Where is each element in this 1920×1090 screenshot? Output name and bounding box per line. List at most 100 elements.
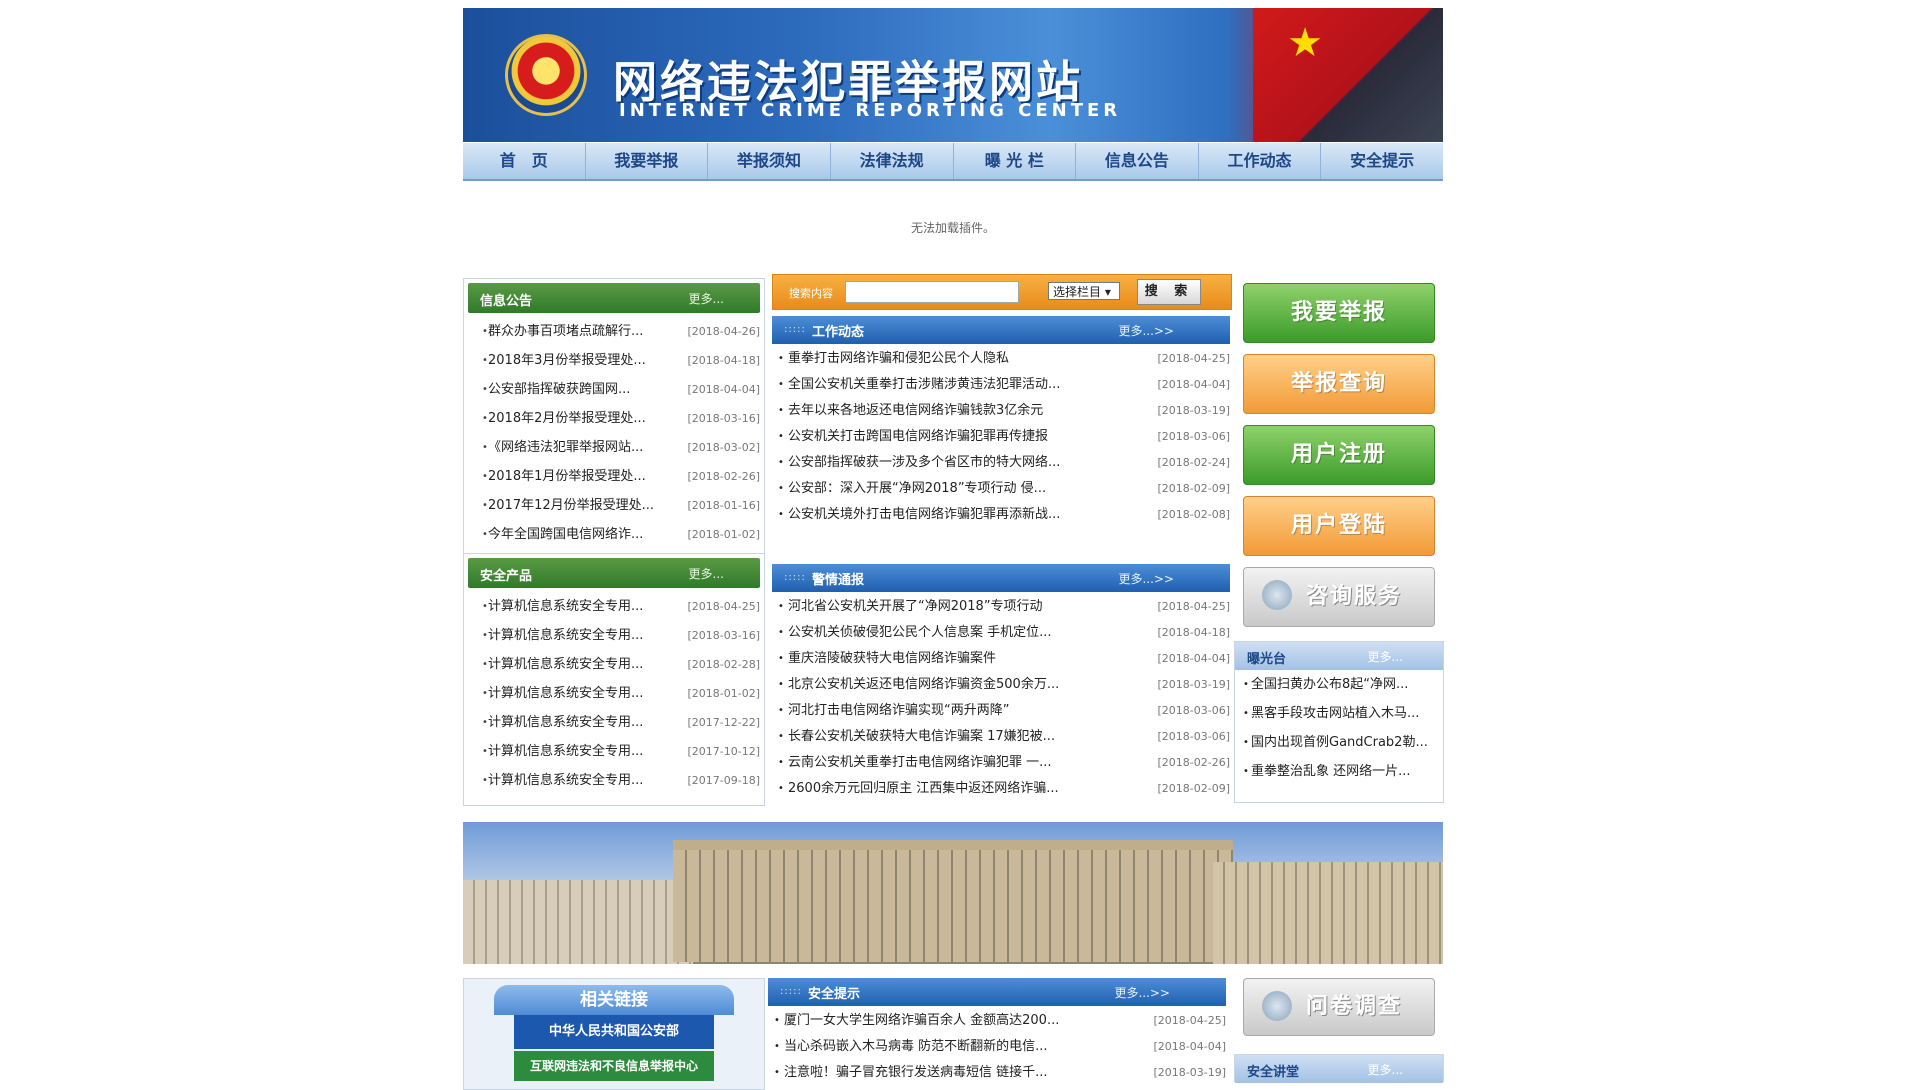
info-more-link[interactable]: 更多... — [689, 290, 724, 307]
list-item[interactable]: • 2017年12月份举报受理处... [2018-01-16] — [464, 491, 764, 520]
alerts-more-link[interactable]: 更多...>> — [1118, 570, 1174, 587]
list-item-title[interactable]: 2018年3月份举报受理处... — [488, 346, 646, 375]
list-item-title[interactable]: 2017年12月份举报受理处... — [488, 491, 654, 520]
list-item-title[interactable]: 计算机信息系统安全专用... — [488, 679, 643, 708]
list-item[interactable]: • 全国扫黄办公布8起“净网... — [1235, 670, 1443, 699]
list-item-title[interactable]: 国内出现首例GandCrab2勒... — [1251, 728, 1428, 757]
list-item[interactable]: • 《网络违法犯罪举报网站... [2018-03-02] — [464, 433, 764, 462]
list-item[interactable]: • 厦门一女大学生网络诈骗百余人 金额高达200... [2018-04-25] — [768, 1008, 1226, 1034]
list-item[interactable]: • 公安部指挥破获一涉及多个省区市的特大网络... [2018-02-24] — [772, 450, 1230, 476]
exposure-more-link[interactable]: 更多... — [1368, 648, 1403, 665]
list-item-title[interactable]: 北京公安机关返还电信网络诈骗资金500余万... — [788, 672, 1059, 698]
list-item[interactable]: • 国内出现首例GandCrab2勒... — [1235, 728, 1443, 757]
list-item-title[interactable]: 长春公安机关破获特大电信诈骗案 17嫌犯被... — [788, 724, 1055, 750]
list-item[interactable]: • 长春公安机关破获特大电信诈骗案 17嫌犯被... [2018-03-06] — [772, 724, 1230, 750]
list-item[interactable]: • 去年以来各地返还电信网络诈骗钱款3亿余元 [2018-03-19] — [772, 398, 1230, 424]
category-select[interactable]: 选择栏目 ▾ — [1048, 282, 1120, 300]
nav-safety-tips[interactable]: 安全提示 — [1321, 143, 1443, 179]
list-item[interactable]: • 公安部：深入开展“净网2018”专项行动 侵... [2018-02-09] — [772, 476, 1230, 502]
list-item[interactable]: • 重拳打击网络诈骗和侵犯公民个人隐私 [2018-04-25] — [772, 346, 1230, 372]
nav-announcements[interactable]: 信息公告 — [1076, 143, 1199, 179]
nav-guide[interactable]: 举报须知 — [708, 143, 831, 179]
list-item-title[interactable]: 河北打击电信网络诈骗实现“两升两降” — [788, 698, 1009, 724]
report-button[interactable]: 我要举报 — [1243, 283, 1435, 343]
list-item[interactable]: • 2600余万元回归原主 江西集中返还网络诈骗... [2018-02-09] — [772, 776, 1230, 802]
list-item[interactable]: • 当心杀码嵌入木马病毒 防范不断翻新的电信... [2018-04-04] — [768, 1034, 1226, 1060]
list-item-title[interactable]: 计算机信息系统安全专用... — [488, 766, 643, 795]
list-item-title[interactable]: 《网络违法犯罪举报网站... — [488, 433, 643, 462]
list-item-title[interactable]: 计算机信息系统安全专用... — [488, 621, 643, 650]
list-item-title[interactable]: 群众办事百项堵点疏解行... — [488, 317, 643, 346]
survey-button[interactable]: 问卷调查 — [1243, 978, 1435, 1036]
list-item-title[interactable]: 公安机关境外打击电信网络诈骗犯罪再添新战... — [788, 502, 1060, 528]
list-item[interactable]: • 河北省公安机关开展了“净网2018”专项行动 [2018-04-25] — [772, 594, 1230, 620]
list-item[interactable]: • 2018年1月份举报受理处... [2018-02-26] — [464, 462, 764, 491]
consult-button[interactable]: 咨询服务 — [1243, 567, 1435, 627]
list-item[interactable]: • 今年全国跨国电信网络诈... [2018-01-02] — [464, 520, 764, 549]
report-query-button[interactable]: 举报查询 — [1243, 354, 1435, 414]
list-item[interactable]: • 计算机信息系统安全专用... [2018-02-28] — [464, 650, 764, 679]
list-item[interactable]: • 黑客手段攻击网站植入木马... — [1235, 699, 1443, 728]
list-item[interactable]: • 公安机关境外打击电信网络诈骗犯罪再添新战... [2018-02-08] — [772, 502, 1230, 528]
nav-report[interactable]: 我要举报 — [586, 143, 709, 179]
list-item-title[interactable]: 全国公安机关重拳打击涉赌涉黄违法犯罪活动... — [788, 372, 1060, 398]
list-item[interactable]: • 公安机关打击跨国电信网络诈骗犯罪再传捷报 [2018-03-06] — [772, 424, 1230, 450]
list-item-title[interactable]: 公安机关侦破侵犯公民个人信息案 手机定位... — [788, 620, 1052, 646]
list-item-title[interactable]: 重拳整治乱象 还网络一片... — [1251, 757, 1411, 786]
list-item[interactable]: • 注意啦！骗子冒充银行发送病毒短信 链接千... [2018-03-19] — [768, 1060, 1226, 1086]
list-item-title[interactable]: 2018年2月份举报受理处... — [488, 404, 646, 433]
products-more-link[interactable]: 更多... — [689, 565, 724, 582]
list-item-title[interactable]: 计算机信息系统安全专用... — [488, 592, 643, 621]
list-item[interactable]: • 公安部指挥破获跨国网... [2018-04-04] — [464, 375, 764, 404]
list-item[interactable]: • 云南公安机关重拳打击电信网络诈骗犯罪 一... [2018-02-26] — [772, 750, 1230, 776]
list-item-title[interactable]: 2600余万元回归原主 江西集中返还网络诈骗... — [788, 776, 1059, 802]
list-item-title[interactable]: 厦门一女大学生网络诈骗百余人 金额高达200... — [784, 1008, 1059, 1034]
list-item[interactable]: • 河北打击电信网络诈骗实现“两升两降” [2018-03-06] — [772, 698, 1230, 724]
list-item-title[interactable]: 计算机信息系统安全专用... — [488, 737, 643, 766]
list-item-title[interactable]: 河北省公安机关开展了“净网2018”专项行动 — [788, 594, 1043, 620]
list-item[interactable]: • 重拳整治乱象 还网络一片... — [1235, 757, 1443, 786]
list-item-title[interactable]: 计算机信息系统安全专用... — [488, 650, 643, 679]
illegal-info-center-link[interactable]: 互联网违法和不良信息举报中心 — [514, 1051, 714, 1081]
list-item-title[interactable]: 今年全国跨国电信网络诈... — [488, 520, 643, 549]
lecture-more-link[interactable]: 更多... — [1368, 1061, 1403, 1078]
nav-exposure[interactable]: 曝 光 栏 — [954, 143, 1077, 179]
list-item[interactable]: • 北京公安机关返还电信网络诈骗资金500余万... [2018-03-19] — [772, 672, 1230, 698]
list-item-title[interactable]: 公安机关打击跨国电信网络诈骗犯罪再传捷报 — [788, 424, 1048, 450]
list-item-title[interactable]: 公安部指挥破获跨国网... — [488, 375, 630, 404]
nav-work-news[interactable]: 工作动态 — [1199, 143, 1322, 179]
list-item-title[interactable]: 重拳打击网络诈骗和侵犯公民个人隐私 — [788, 346, 1009, 372]
list-item[interactable]: • 计算机信息系统安全专用... [2018-03-16] — [464, 621, 764, 650]
list-item-title[interactable]: 黑客手段攻击网站植入木马... — [1251, 699, 1419, 728]
list-item-title[interactable]: 公安部指挥破获一涉及多个省区市的特大网络... — [788, 450, 1060, 476]
list-item[interactable]: • 全国公安机关重拳打击涉赌涉黄违法犯罪活动... [2018-04-04] — [772, 372, 1230, 398]
list-item-title[interactable]: 重庆涪陵破获特大电信网络诈骗案件 — [788, 646, 996, 672]
list-item-title[interactable]: 云南公安机关重拳打击电信网络诈骗犯罪 一... — [788, 750, 1052, 776]
list-item[interactable]: • 群众办事百项堵点疏解行... [2018-04-26] — [464, 317, 764, 346]
list-item-title[interactable]: 当心杀码嵌入木马病毒 防范不断翻新的电信... — [784, 1034, 1048, 1060]
mps-link[interactable]: 中华人民共和国公安部 — [514, 1015, 714, 1049]
list-item-title[interactable]: 全国扫黄办公布8起“净网... — [1251, 670, 1408, 699]
list-item-title[interactable]: 注意啦！骗子冒充银行发送病毒短信 链接千... — [784, 1060, 1048, 1086]
login-button[interactable]: 用户登陆 — [1243, 496, 1435, 556]
list-item[interactable]: • 计算机信息系统安全专用... [2018-04-25] — [464, 592, 764, 621]
list-item[interactable]: • 计算机信息系统安全专用... [2017-09-18] — [464, 766, 764, 795]
search-button[interactable]: 搜 索 — [1137, 279, 1201, 305]
list-item[interactable]: • 计算机信息系统安全专用... [2017-12-22] — [464, 708, 764, 737]
list-item[interactable]: • 重庆涪陵破获特大电信网络诈骗案件 [2018-04-04] — [772, 646, 1230, 672]
list-item[interactable]: • 2018年2月份举报受理处... [2018-03-16] — [464, 404, 764, 433]
search-input[interactable] — [845, 281, 1019, 303]
list-item-title[interactable]: 去年以来各地返还电信网络诈骗钱款3亿余元 — [788, 398, 1043, 424]
register-button[interactable]: 用户注册 — [1243, 425, 1435, 485]
nav-home[interactable]: 首 页 — [463, 143, 586, 179]
list-item-title[interactable]: 公安部：深入开展“净网2018”专项行动 侵... — [788, 476, 1046, 502]
work-more-link[interactable]: 更多...>> — [1118, 322, 1174, 339]
list-item[interactable]: • 计算机信息系统安全专用... [2018-01-02] — [464, 679, 764, 708]
list-item[interactable]: • 2018年3月份举报受理处... [2018-04-18] — [464, 346, 764, 375]
list-item-title[interactable]: 计算机信息系统安全专用... — [488, 708, 643, 737]
list-item-title[interactable]: 2018年1月份举报受理处... — [488, 462, 646, 491]
tips-more-link[interactable]: 更多...>> — [1114, 984, 1170, 1001]
list-item[interactable]: • 计算机信息系统安全专用... [2017-10-12] — [464, 737, 764, 766]
list-item[interactable]: • 公安机关侦破侵犯公民个人信息案 手机定位... [2018-04-18] — [772, 620, 1230, 646]
nav-laws[interactable]: 法律法规 — [831, 143, 954, 179]
